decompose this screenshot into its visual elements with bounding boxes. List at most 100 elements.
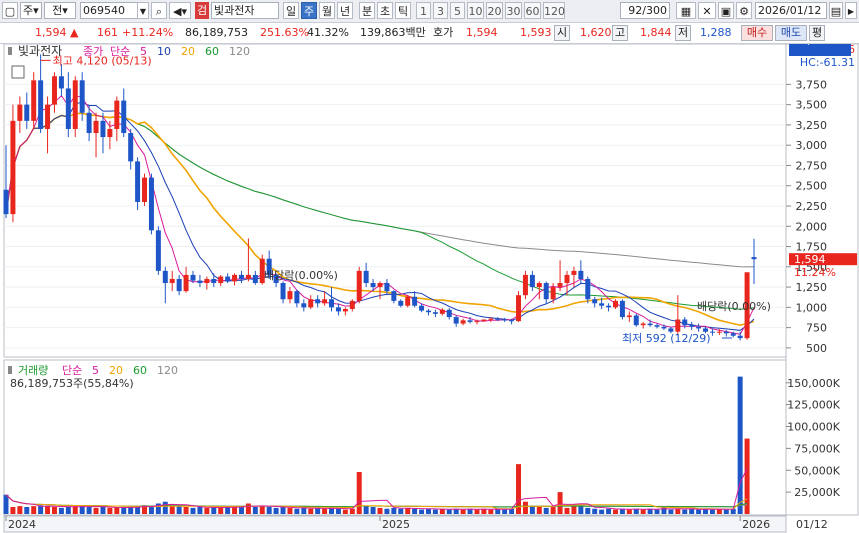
window-icon[interactable]: ▢: [2, 2, 18, 19]
candle-body: [564, 274, 570, 284]
period-button-1[interactable]: 주: [301, 2, 317, 19]
calendar-icon[interactable]: ▤: [829, 2, 843, 19]
candle-body: [128, 133, 134, 162]
candle-body: [65, 88, 71, 129]
period-button-2[interactable]: 월: [319, 2, 335, 19]
eval-button[interactable]: 평: [809, 25, 825, 41]
candle-body: [502, 319, 508, 321]
volume-ratio: 251.63%: [260, 26, 309, 39]
number-button-7[interactable]: 120: [543, 2, 565, 19]
search-icon[interactable]: ⌕: [151, 2, 167, 19]
candle-body: [363, 270, 369, 284]
period-button-6[interactable]: 틱: [395, 2, 411, 19]
sell-button[interactable]: 매도: [775, 25, 807, 41]
candle-body: [93, 120, 99, 134]
volume-bar: [370, 507, 376, 514]
candle-body: [329, 299, 335, 308]
period-button-3[interactable]: 년: [337, 2, 353, 19]
volume-bar: [419, 509, 425, 514]
volume-bar: [245, 503, 251, 514]
volume-bar: [446, 509, 452, 514]
volume-bar: [266, 507, 272, 514]
buy-button[interactable]: 매수: [741, 25, 773, 41]
volume-bar: [238, 507, 244, 514]
number-button-6[interactable]: 60: [524, 2, 541, 19]
candle-body: [626, 315, 632, 318]
volume-bar: [100, 507, 106, 514]
scroll-right-icon[interactable]: ▶: [845, 2, 857, 19]
volume-tick-label: 150,000K: [787, 377, 840, 390]
candle-body: [218, 276, 224, 284]
period-button-5[interactable]: 초: [377, 2, 393, 19]
candle-body: [107, 128, 113, 138]
candle-body: [45, 104, 51, 129]
number-button-4[interactable]: 20: [486, 2, 503, 19]
volume-bar: [315, 507, 321, 514]
volume-bar: [696, 509, 702, 514]
price-tick-label: 3,250: [796, 119, 828, 132]
volume-tick-label: 100,000K: [787, 421, 840, 434]
candle-body: [301, 303, 307, 308]
date-value: 2026/01/12: [758, 4, 822, 17]
gear-icon[interactable]: ⚙: [736, 2, 752, 19]
volume-bar: [522, 501, 528, 514]
candle-body: [619, 300, 625, 318]
number-button-2[interactable]: 5: [450, 2, 465, 19]
date-field[interactable]: 2026/01/12: [755, 2, 827, 19]
market-select[interactable]: 주▾: [20, 2, 42, 19]
candle-body: [155, 230, 161, 271]
number-button-0[interactable]: 1: [416, 2, 431, 19]
number-button-5[interactable]: 30: [505, 2, 522, 19]
period-button-0[interactable]: 일: [283, 2, 299, 19]
volume-bar: [31, 506, 37, 514]
volume-bar: [294, 508, 300, 514]
volume-bar: [668, 509, 674, 514]
type-label: 전: [52, 4, 63, 17]
candle-body: [689, 325, 695, 327]
candle-body: [432, 312, 438, 314]
speaker-icon[interactable]: ◀▾: [169, 2, 191, 19]
candle-body: [315, 299, 321, 304]
date-label: 2024: [8, 518, 36, 531]
candle-body: [592, 299, 598, 304]
market-label: 주: [23, 4, 34, 17]
period-button-4[interactable]: 분: [359, 2, 375, 19]
candle-body: [709, 331, 715, 333]
count-value: 92: [628, 4, 643, 17]
save-icon[interactable]: ▣: [718, 2, 734, 19]
price-tick-label: 3,750: [796, 78, 828, 91]
price-change: 161: [97, 26, 118, 39]
price-tick-label: 3,500: [796, 99, 828, 112]
crosshair-icon[interactable]: ✕: [698, 2, 716, 19]
volume-bar: [689, 508, 695, 514]
stock-chart[interactable]: 3,750 3,500 3,250 3,000 2,750 2,500 2,250 2,000…: [0, 44, 859, 533]
volume-bar: [398, 508, 404, 514]
number-button-3[interactable]: 10: [467, 2, 484, 19]
number-button-1[interactable]: 3: [433, 2, 448, 19]
volume-bar: [72, 506, 78, 514]
volume-bar: [363, 506, 369, 514]
count-field[interactable]: 92/300: [620, 2, 670, 19]
candle-body: [640, 323, 646, 326]
type-select[interactable]: 전▾: [44, 2, 76, 19]
candle-body: [225, 276, 231, 282]
grid-icon[interactable]: ▦: [676, 2, 696, 19]
legend-vol-ma-60: 60: [133, 364, 147, 377]
volume-bar: [654, 509, 660, 514]
volume-bar: [342, 509, 348, 514]
candle-body: [58, 76, 64, 89]
volume-bar: [661, 507, 667, 514]
candle-body: [737, 335, 743, 339]
volume-bar: [58, 507, 64, 514]
code-dropdown-icon[interactable]: ▼: [137, 2, 149, 19]
volume-bar: [273, 507, 279, 514]
dividend-annotation-2: 배당락(0.00%): [697, 300, 771, 313]
stock-name-field[interactable]: 빛과전자: [211, 2, 279, 19]
price-tick-label: 2,250: [796, 200, 828, 213]
volume-bar: [502, 509, 508, 514]
low-label: 저: [675, 25, 691, 41]
volume-bar: [737, 376, 743, 514]
hide-badge[interactable]: 검: [195, 2, 209, 19]
volume-bar: [308, 508, 314, 514]
candle-body: [121, 100, 127, 134]
